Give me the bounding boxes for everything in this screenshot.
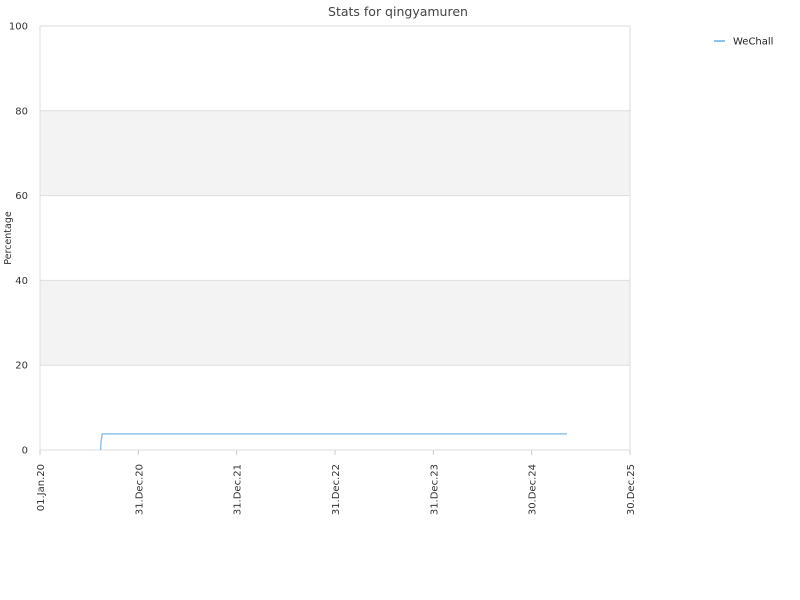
y-tick-label: 100	[9, 22, 28, 33]
x-tick-label: 01.Jan.20	[36, 464, 47, 511]
x-tick-label: 31.Dec.23	[429, 464, 440, 515]
legend[interactable]: WeChall	[714, 37, 773, 48]
stats-chart: Stats for qingyamuren Percentage 0 20 40 60…	[3, 4, 773, 515]
grid-bands	[40, 110, 630, 366]
grid-band	[40, 280, 630, 366]
y-tick-label: 80	[15, 106, 28, 117]
x-tick-label: 30.Dec.25	[626, 464, 637, 515]
series-layer	[99, 433, 567, 451]
y-tick-label: 0	[22, 446, 28, 457]
legend-label: WeChall	[733, 37, 773, 48]
x-tick-label: 31.Dec.20	[134, 464, 145, 515]
y-tick-label: 20	[15, 361, 28, 372]
chart-title: Stats for qingyamuren	[328, 4, 468, 19]
grid-band	[40, 110, 630, 196]
x-tick-label: 31.Dec.21	[233, 464, 244, 515]
x-tick-labels: 01.Jan.20 31.Dec.20 31.Dec.21 31.Dec.22 31.D…	[36, 450, 637, 515]
y-axis-label: Percentage	[3, 211, 14, 265]
x-tick-label: 30.Dec.24	[528, 464, 539, 515]
y-tick-label: 60	[15, 191, 28, 202]
series-line	[99, 433, 567, 451]
grid-lines	[39, 25, 631, 451]
y-tick-label: 40	[15, 276, 28, 287]
x-tick-label: 31.Dec.22	[331, 464, 342, 515]
